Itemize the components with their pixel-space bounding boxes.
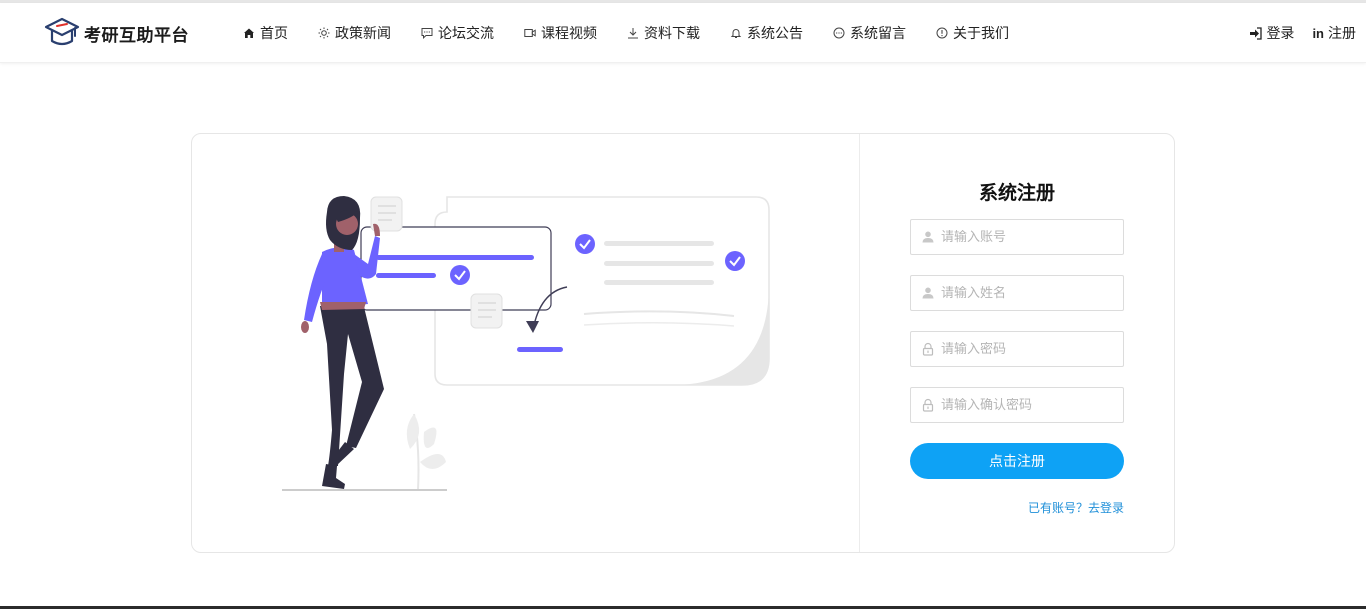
login-label: 登录 xyxy=(1266,26,1295,42)
password-field[interactable] xyxy=(910,331,1124,367)
register-illustration xyxy=(282,196,770,491)
info-icon xyxy=(936,27,948,39)
home-icon xyxy=(243,27,255,39)
goto-login-link[interactable]: 已有账号？去登录 xyxy=(1028,499,1124,516)
sign-in-icon xyxy=(1249,26,1263,40)
user-icon xyxy=(921,230,935,244)
name-input[interactable] xyxy=(941,285,1111,301)
register-link[interactable]: in 注册 xyxy=(1312,23,1356,43)
lock-icon xyxy=(921,342,935,356)
account-input[interactable] xyxy=(941,229,1111,245)
card-divider xyxy=(859,134,860,552)
linkedin-icon: in xyxy=(1312,25,1324,41)
download-icon xyxy=(627,27,639,39)
bell-icon xyxy=(730,27,742,39)
nav-announcement-label: 系统公告 xyxy=(747,26,803,42)
name-field[interactable] xyxy=(910,275,1124,311)
main-nav: 首页 政策新闻 论坛交流 课程视频 资料下载 系统公告 系统留言 关于我们 xyxy=(243,3,1039,63)
nav-forum-label: 论坛交流 xyxy=(438,26,494,42)
nav-message-label: 系统留言 xyxy=(850,26,906,42)
message-icon xyxy=(833,27,845,39)
nav-download[interactable]: 资料下载 xyxy=(627,23,700,43)
nav-home-label: 首页 xyxy=(260,26,288,42)
graduation-cap-icon xyxy=(44,17,80,46)
nav-download-label: 资料下载 xyxy=(644,26,700,42)
password-input[interactable] xyxy=(941,341,1111,357)
nav-announcement[interactable]: 系统公告 xyxy=(730,23,803,43)
confirm-password-input[interactable] xyxy=(941,397,1111,413)
brand-name: 考研互助平台 xyxy=(84,25,189,46)
register-label: 注册 xyxy=(1328,26,1356,42)
nav-policy-news-label: 政策新闻 xyxy=(335,26,391,42)
video-icon xyxy=(524,27,536,39)
login-link[interactable]: 登录 xyxy=(1249,23,1294,43)
sun-icon xyxy=(318,27,330,39)
nav-about[interactable]: 关于我们 xyxy=(936,23,1009,43)
confirm-password-field[interactable] xyxy=(910,387,1124,423)
nav-about-label: 关于我们 xyxy=(953,26,1009,42)
nav-course-video-label: 课程视频 xyxy=(541,26,597,42)
register-card: 系统注册 点击注册 已有账号？去登录 xyxy=(191,133,1175,553)
nav-message[interactable]: 系统留言 xyxy=(833,23,906,43)
nav-home[interactable]: 首页 xyxy=(243,23,288,43)
nav-policy-news[interactable]: 政策新闻 xyxy=(318,23,391,43)
site-header: 考研互助平台 首页 政策新闻 论坛交流 课程视频 资料下载 系统公告 系统留言 … xyxy=(0,3,1366,63)
chat-bubble-icon xyxy=(421,27,433,39)
form-title: 系统注册 xyxy=(978,182,1055,204)
nav-course-video[interactable]: 课程视频 xyxy=(524,23,597,43)
register-button[interactable]: 点击注册 xyxy=(910,443,1124,479)
account-field[interactable] xyxy=(910,219,1124,255)
nav-forum[interactable]: 论坛交流 xyxy=(421,23,494,43)
brand-logo[interactable]: 考研互助平台 xyxy=(44,15,189,51)
auth-links: 登录 in 注册 xyxy=(1231,3,1356,63)
lock-icon xyxy=(921,398,935,412)
user-icon xyxy=(921,286,935,300)
